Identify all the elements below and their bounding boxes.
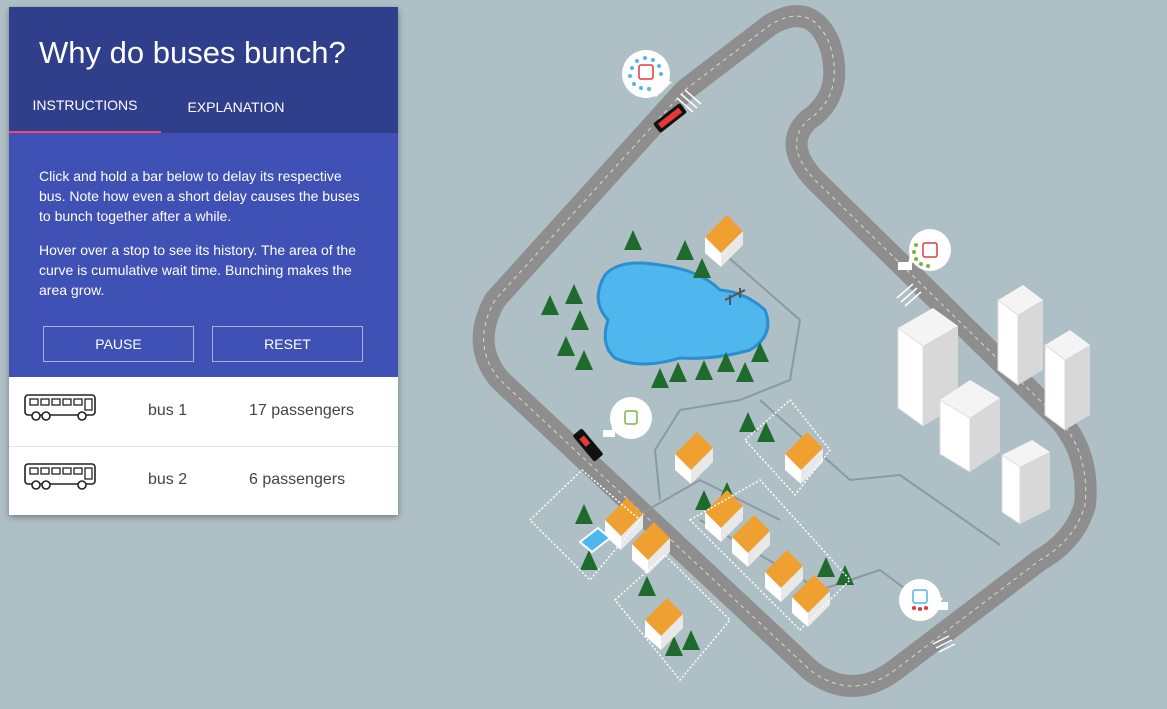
instructions-content: Click and hold a bar below to delay its …	[9, 133, 398, 377]
bus-passenger-count: 17 passengers	[249, 402, 354, 419]
bus-stop-2[interactable]	[898, 229, 951, 271]
bus-stop-1[interactable]	[622, 50, 672, 98]
tab-instructions[interactable]: INSTRUCTIONS	[9, 85, 161, 133]
tab-explanation[interactable]: EXPLANATION	[161, 87, 311, 133]
bus-row-2[interactable]: bus 2 6 passengers	[9, 447, 398, 515]
bus-stop-3[interactable]	[603, 397, 652, 439]
instructions-paragraph: Click and hold a bar below to delay its …	[39, 168, 360, 224]
bus-icon	[24, 394, 96, 421]
office-buildings	[897, 285, 1090, 525]
panel-header: Why do buses bunch? INSTRUCTIONS EXPLANA…	[9, 7, 398, 133]
bus-name: bus 2	[148, 471, 188, 488]
tab-bar: INSTRUCTIONS EXPLANATION	[9, 87, 398, 133]
page-title: Why do buses bunch?	[39, 35, 346, 70]
bus-stop-4[interactable]	[899, 579, 948, 621]
bus-passenger-count: 6 passengers	[249, 471, 346, 488]
control-panel: Why do buses bunch? INSTRUCTIONS EXPLANA…	[9, 7, 398, 515]
bus-icon	[24, 463, 96, 490]
instructions-paragraph: Hover over a stop to see its history. Th…	[39, 242, 356, 298]
bus-row-1[interactable]: bus 1 17 passengers	[9, 378, 398, 447]
bus-name: bus 1	[148, 402, 188, 419]
lake	[596, 261, 770, 366]
pause-button[interactable]: PAUSE	[43, 326, 194, 362]
reset-button[interactable]: RESET	[212, 326, 363, 362]
